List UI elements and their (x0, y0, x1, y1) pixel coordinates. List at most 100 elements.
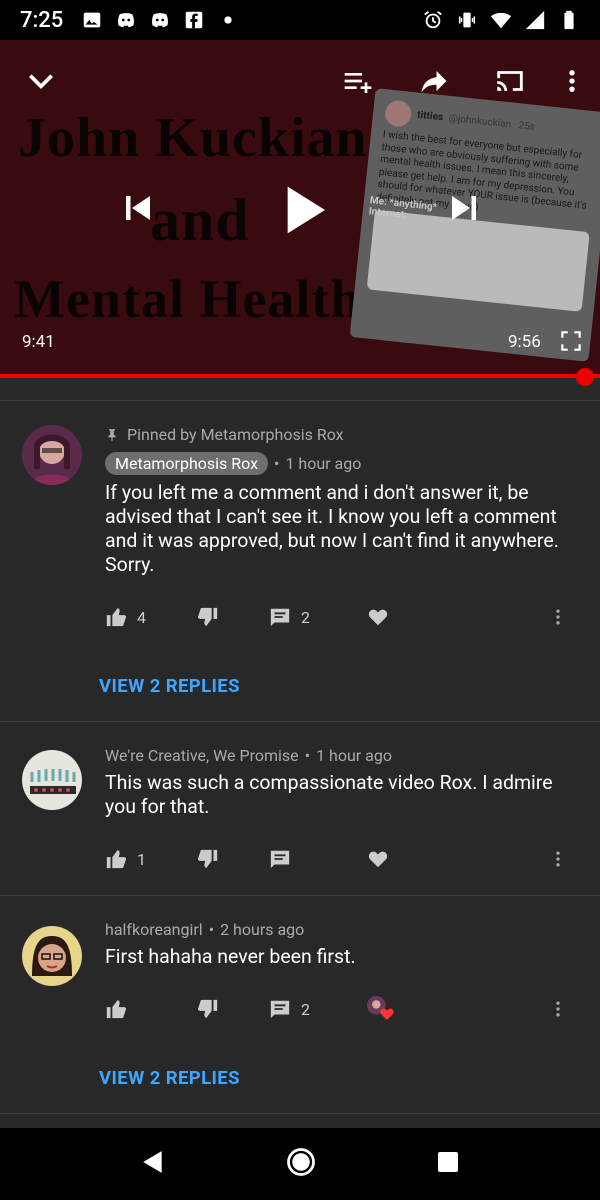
thumb-up-icon (106, 607, 127, 627)
share-button[interactable] (416, 64, 452, 98)
comment-actions: 4 2 (105, 597, 568, 637)
comment-actions: 2 (105, 989, 568, 1029)
pinned-label: Pinned by Metamorphosis Rox (105, 425, 568, 444)
dislike-button[interactable] (197, 998, 269, 1020)
comment-icon (270, 608, 290, 627)
cast-icon (497, 71, 523, 91)
pinned-text: Pinned by Metamorphosis Rox (127, 425, 344, 444)
comments-list: Pinned by Metamorphosis Rox Metamorphosi… (0, 378, 600, 1114)
share-icon (421, 71, 447, 93)
more-options-button[interactable] (558, 64, 586, 98)
reply-button[interactable]: 2 (269, 606, 367, 628)
comment-text: First hahaha never been first. (105, 945, 356, 968)
system-nav-bar (0, 1128, 600, 1200)
comment-text: If you left me a comment and i don't ans… (105, 481, 559, 576)
like-count: 4 (137, 607, 146, 627)
alarm-icon (422, 9, 444, 31)
more-vert-icon (556, 1001, 560, 1017)
play-button[interactable] (276, 180, 332, 240)
status-bar: 7:25 (0, 0, 600, 40)
comment-more-button[interactable] (548, 605, 568, 633)
meta-separator: • (208, 920, 215, 939)
discord-icon (149, 9, 171, 31)
heart-icon (380, 1008, 394, 1020)
heart-button[interactable] (367, 848, 389, 870)
signal-icon (524, 9, 546, 31)
thumb-up-icon (106, 849, 127, 869)
reply-count: 2 (301, 607, 310, 627)
comment-time: 1 hour ago (285, 454, 362, 473)
like-button[interactable]: 4 (105, 606, 197, 628)
next-button[interactable] (444, 188, 484, 228)
reply-button[interactable] (269, 848, 367, 870)
home-circle-icon (287, 1148, 315, 1176)
skip-previous-icon (126, 196, 150, 220)
dot-icon (217, 9, 239, 31)
meta-separator: • (304, 746, 311, 765)
thumb-down-icon (197, 607, 218, 627)
more-vert-icon (569, 70, 575, 92)
dislike-button[interactable] (197, 848, 269, 870)
comment-actions: 1 (105, 839, 568, 879)
like-button[interactable] (105, 998, 197, 1020)
previous-button[interactable] (118, 188, 158, 228)
view-replies-button[interactable]: VIEW 2 REPLIES (99, 1029, 578, 1113)
playlist-add-icon (344, 73, 372, 93)
divider (0, 1113, 600, 1114)
wifi-icon (490, 9, 512, 31)
comment: Pinned by Metamorphosis Rox Metamorphosi… (0, 401, 600, 721)
duration: 9:56 (508, 332, 541, 352)
vibrate-icon (456, 9, 478, 31)
discord-icon (115, 9, 137, 31)
comment-text: This was such a compassionate video Rox.… (105, 771, 553, 818)
view-replies-button[interactable]: VIEW 2 REPLIES (99, 637, 578, 721)
image-icon (81, 9, 103, 31)
back-triangle-icon (143, 1151, 162, 1173)
comment-time: 1 hour ago (316, 746, 392, 765)
chevron-down-icon (29, 74, 53, 89)
facebook-icon (183, 9, 205, 31)
home-button[interactable] (286, 1147, 316, 1181)
comment-more-button[interactable] (548, 997, 568, 1025)
heart-icon (368, 609, 388, 626)
fullscreen-button[interactable] (556, 326, 586, 356)
comment-author[interactable]: Metamorphosis Rox (105, 452, 269, 475)
thumb-up-icon (106, 999, 127, 1019)
back-button[interactable] (140, 1149, 166, 1179)
avatar[interactable] (22, 926, 82, 986)
thumb-down-icon (197, 999, 218, 1019)
status-time: 7:25 (20, 7, 64, 33)
comment-icon (270, 1000, 290, 1019)
play-icon (287, 186, 325, 234)
avatar[interactable] (22, 750, 82, 810)
like-count: 1 (137, 849, 146, 869)
like-button[interactable]: 1 (105, 848, 197, 870)
fullscreen-icon (561, 331, 581, 351)
more-vert-icon (556, 851, 560, 867)
comment-more-button[interactable] (548, 847, 568, 875)
recents-square-icon (438, 1152, 458, 1172)
thumb-down-icon (197, 849, 218, 869)
comment-time: 2 hours ago (220, 920, 305, 939)
pin-icon (108, 428, 116, 441)
recents-button[interactable] (436, 1150, 460, 1178)
reply-button[interactable]: 2 (269, 998, 367, 1020)
comment-icon (270, 850, 290, 869)
cast-button[interactable] (490, 64, 530, 98)
dislike-button[interactable] (197, 606, 269, 628)
more-vert-icon (556, 609, 560, 625)
comment: We're Creative, We Promise • 1 hour ago … (0, 722, 600, 895)
battery-icon (558, 9, 580, 31)
creator-heart-badge (367, 996, 394, 1022)
heart-button[interactable] (367, 606, 389, 628)
collapse-button[interactable] (24, 64, 58, 98)
current-time: 9:41 (22, 332, 55, 352)
comment-author[interactable]: halfkoreangirl (105, 920, 203, 939)
comment: halfkoreangirl • 2 hours ago First hahah… (0, 896, 600, 1113)
add-to-playlist-button[interactable] (340, 64, 376, 98)
meta-separator: • (274, 454, 280, 473)
video-player[interactable]: John Kuckian and Mental Health titties @… (0, 40, 600, 376)
comment-author[interactable]: We're Creative, We Promise (105, 746, 299, 765)
avatar[interactable] (22, 425, 82, 485)
skip-next-icon (452, 196, 476, 220)
